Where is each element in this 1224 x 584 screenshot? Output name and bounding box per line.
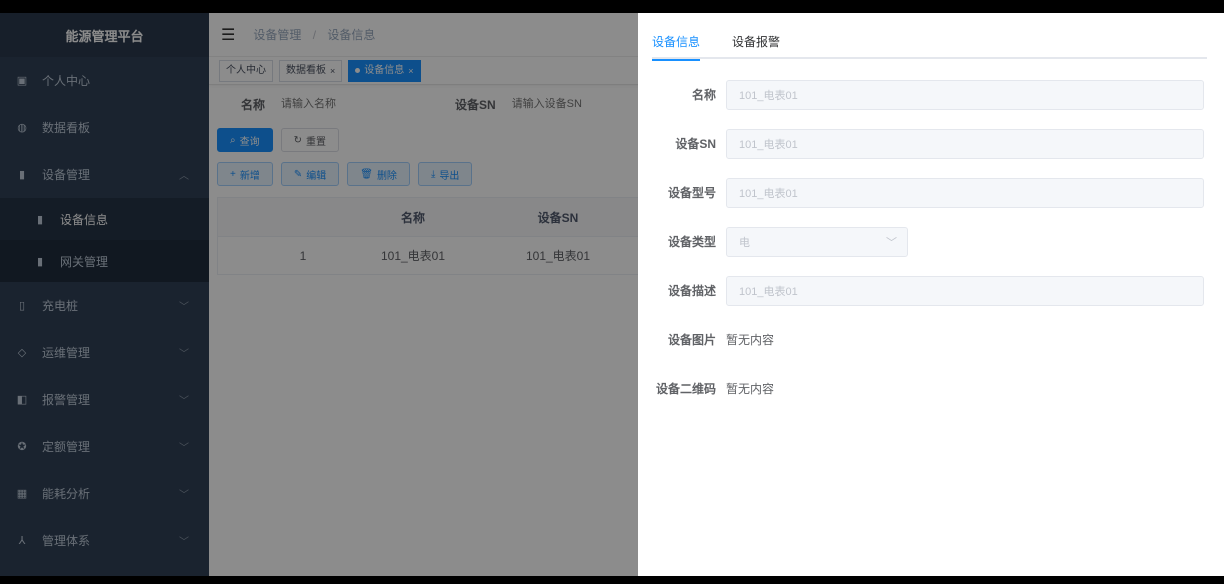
form-row-image: 设备图片 暂无内容 <box>638 315 1224 364</box>
device-info-form: 名称 101_电表01 设备SN 101_电表01 设备型号 101_电表01 … <box>638 70 1224 413</box>
field-label: 设备描述 <box>667 284 716 298</box>
form-row-desc: 设备描述 101_电表01 <box>638 266 1224 315</box>
description-field[interactable]: 101_电表01 <box>726 275 1204 306</box>
modal-overlay[interactable] <box>0 13 638 576</box>
field-label: 设备SN <box>675 137 716 151</box>
tab-device-info[interactable]: 设备信息 <box>652 31 701 61</box>
field-value: 101_电表01 <box>739 187 798 200</box>
field-label: 设备图片 <box>667 333 716 347</box>
sn-field[interactable]: 101_电表01 <box>726 128 1204 159</box>
field-value: 电 <box>739 236 750 249</box>
bottom-letterbox <box>0 576 1224 584</box>
device-detail-drawer: 设备信息 设备报警 名称 101_电表01 设备SN 101_电表01 设备型号… <box>638 13 1224 576</box>
form-row-type: 设备类型 电 ﹀ <box>638 217 1224 266</box>
name-field[interactable]: 101_电表01 <box>726 79 1204 110</box>
tab-device-alarm[interactable]: 设备报警 <box>732 31 780 59</box>
field-value: 101_电表01 <box>739 138 798 151</box>
form-row-model: 设备型号 101_电表01 <box>638 168 1224 217</box>
image-empty-text: 暂无内容 <box>726 333 775 347</box>
field-label: 设备类型 <box>667 235 716 249</box>
field-label: 设备型号 <box>667 186 716 200</box>
form-row-qrcode: 设备二维码 暂无内容 <box>638 364 1224 413</box>
form-row-name: 名称 101_电表01 <box>638 70 1224 119</box>
qrcode-empty-text: 暂无内容 <box>726 382 775 396</box>
app-frame: 能源管理平台 ▣ 个人中心 ◍ 数据看板 ▮ 设备管理 ︿ ▮ 设备信息 ▮ 网… <box>0 13 1224 576</box>
field-label: 名称 <box>691 88 716 102</box>
field-value: 101_电表01 <box>739 89 798 102</box>
chevron-down-icon: ﹀ <box>886 236 897 249</box>
field-label: 设备二维码 <box>655 382 716 396</box>
drawer-tabs: 设备信息 设备报警 <box>652 31 1207 61</box>
form-row-sn: 设备SN 101_电表01 <box>638 119 1224 168</box>
type-select[interactable]: 电 ﹀ <box>726 226 908 257</box>
field-value: 101_电表01 <box>739 285 798 298</box>
model-field[interactable]: 101_电表01 <box>726 177 1204 208</box>
